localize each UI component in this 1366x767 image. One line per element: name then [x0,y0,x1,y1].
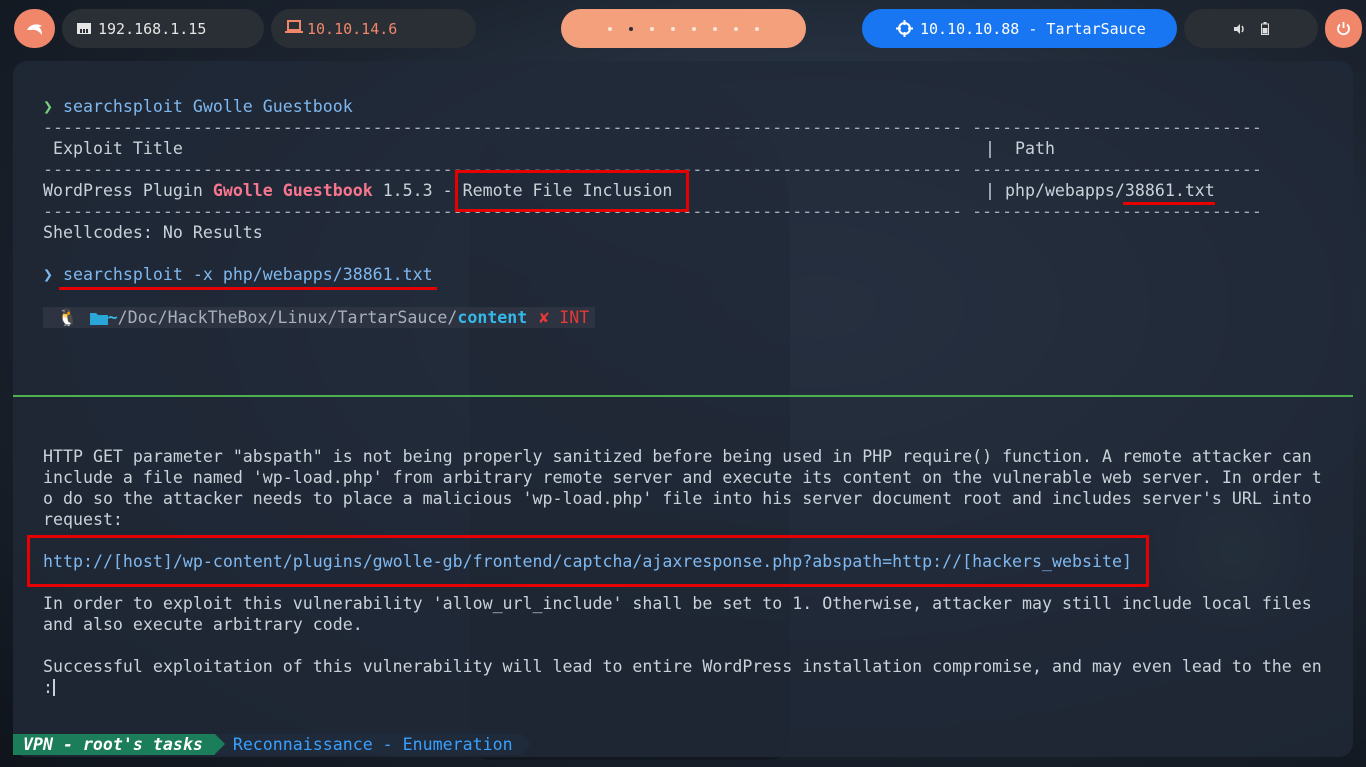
tmux-window[interactable]: Reconnaissance - Enumeration [224,734,521,755]
powerline-separator [214,734,225,754]
table-header-path: | Path [985,139,1055,158]
highlight-box-rfi [455,170,689,212]
description-line: HTTP GET parameter "abspath" is not bein… [43,447,1312,466]
tmux-status-bar: VPN - root's tasks Reconnaissance - Enum… [13,734,531,755]
prompt-status: ✘ INT [533,307,596,328]
description-line: request: [43,510,123,529]
workspace-dot[interactable] [671,26,675,31]
underline-command [59,287,437,290]
header-exploit-title: Exploit Title [43,139,183,158]
workspace-dot[interactable] [755,26,759,31]
note-line: and also execute arbitrary code. [43,615,363,634]
local-ip-widget[interactable]: 192.168.1.15 [62,9,264,48]
top-bar: 192.168.1.15 10.10.14.6 10.10.10.88 - Ta… [0,9,1366,49]
vpn-ip-widget[interactable]: 10.10.14.6 [271,9,476,48]
battery-icon[interactable] [1261,22,1269,35]
tmux-session[interactable]: VPN - root's tasks [13,734,215,755]
text-cursor [53,679,55,696]
workspace-dot[interactable] [692,26,696,31]
exploit-file: 38861.txt [1124,181,1215,200]
prompt-path: ~/Doc/HackTheBox/Linux/TartarSauce/conte… [83,307,534,328]
launcher-button[interactable] [14,9,55,48]
description-line: include a file named 'wp-load.php' from … [43,468,1322,487]
command-line-1: ❯ searchsploit Gwolle Guestbook [43,96,353,117]
command-searchsploit: searchsploit Gwolle Guestbook [62,97,353,116]
workspace-dot[interactable] [734,26,738,31]
workspace-switcher[interactable] [561,9,806,48]
terminal-window[interactable]: ❯ searchsploit Gwolle Guestbook --------… [13,61,1353,757]
table-header: Exploit Title [43,138,183,159]
local-ip-text: 192.168.1.15 [98,19,207,38]
note-line: In order to exploit this vulnerability '… [43,594,1312,613]
laptop-icon [285,20,303,33]
power-icon [1337,22,1350,36]
workspace-dot-active[interactable] [629,26,633,31]
crosshair-icon [896,20,913,37]
vpn-ip-text: 10.10.14.6 [307,19,398,38]
dashed-separator: ----------------------------------------… [43,118,1262,137]
folder-icon [89,312,108,325]
prompt-arrow-icon: ❯ [43,97,63,116]
search-highlight: Gwolle Guestbook [212,181,373,200]
shellcodes-result: Shellcodes: No Results [43,223,263,242]
pager-prompt[interactable]: : [43,677,55,698]
command-searchsploit-examine: searchsploit -x php/webapps/38861.txt [62,265,433,284]
target-widget[interactable]: 10.10.10.88 - TartarSauce [862,9,1177,48]
pane-divider[interactable] [13,395,1353,397]
prompt-bar: 🐧 ~/Doc/HackTheBox/Linux/TartarSauce/con… [43,307,596,328]
final-line: Successful exploitation of this vulnerab… [43,657,1322,676]
linux-tux-icon: 🐧 [43,307,84,328]
workspace-dot[interactable] [713,26,717,31]
exploit-path: | php/webapps/38861.txt [985,181,1215,200]
highlight-box-url [27,535,1149,587]
volume-icon[interactable] [1233,23,1245,35]
underline-exploit-id [1123,202,1215,205]
powerline-separator [520,734,531,754]
prompt-arrow-icon: ❯ [43,265,63,284]
command-line-2: ❯ searchsploit -x php/webapps/38861.txt [43,264,433,285]
workspace-dot[interactable] [608,26,612,31]
kali-dragon-icon [26,23,42,35]
description-line: o do so the attacker needs to place a ma… [43,489,1312,508]
power-button[interactable] [1325,9,1362,48]
system-tray[interactable] [1184,9,1318,48]
ethernet-icon [77,23,91,34]
target-text: 10.10.10.88 - TartarSauce [920,19,1146,38]
workspace-dot[interactable] [650,26,654,31]
